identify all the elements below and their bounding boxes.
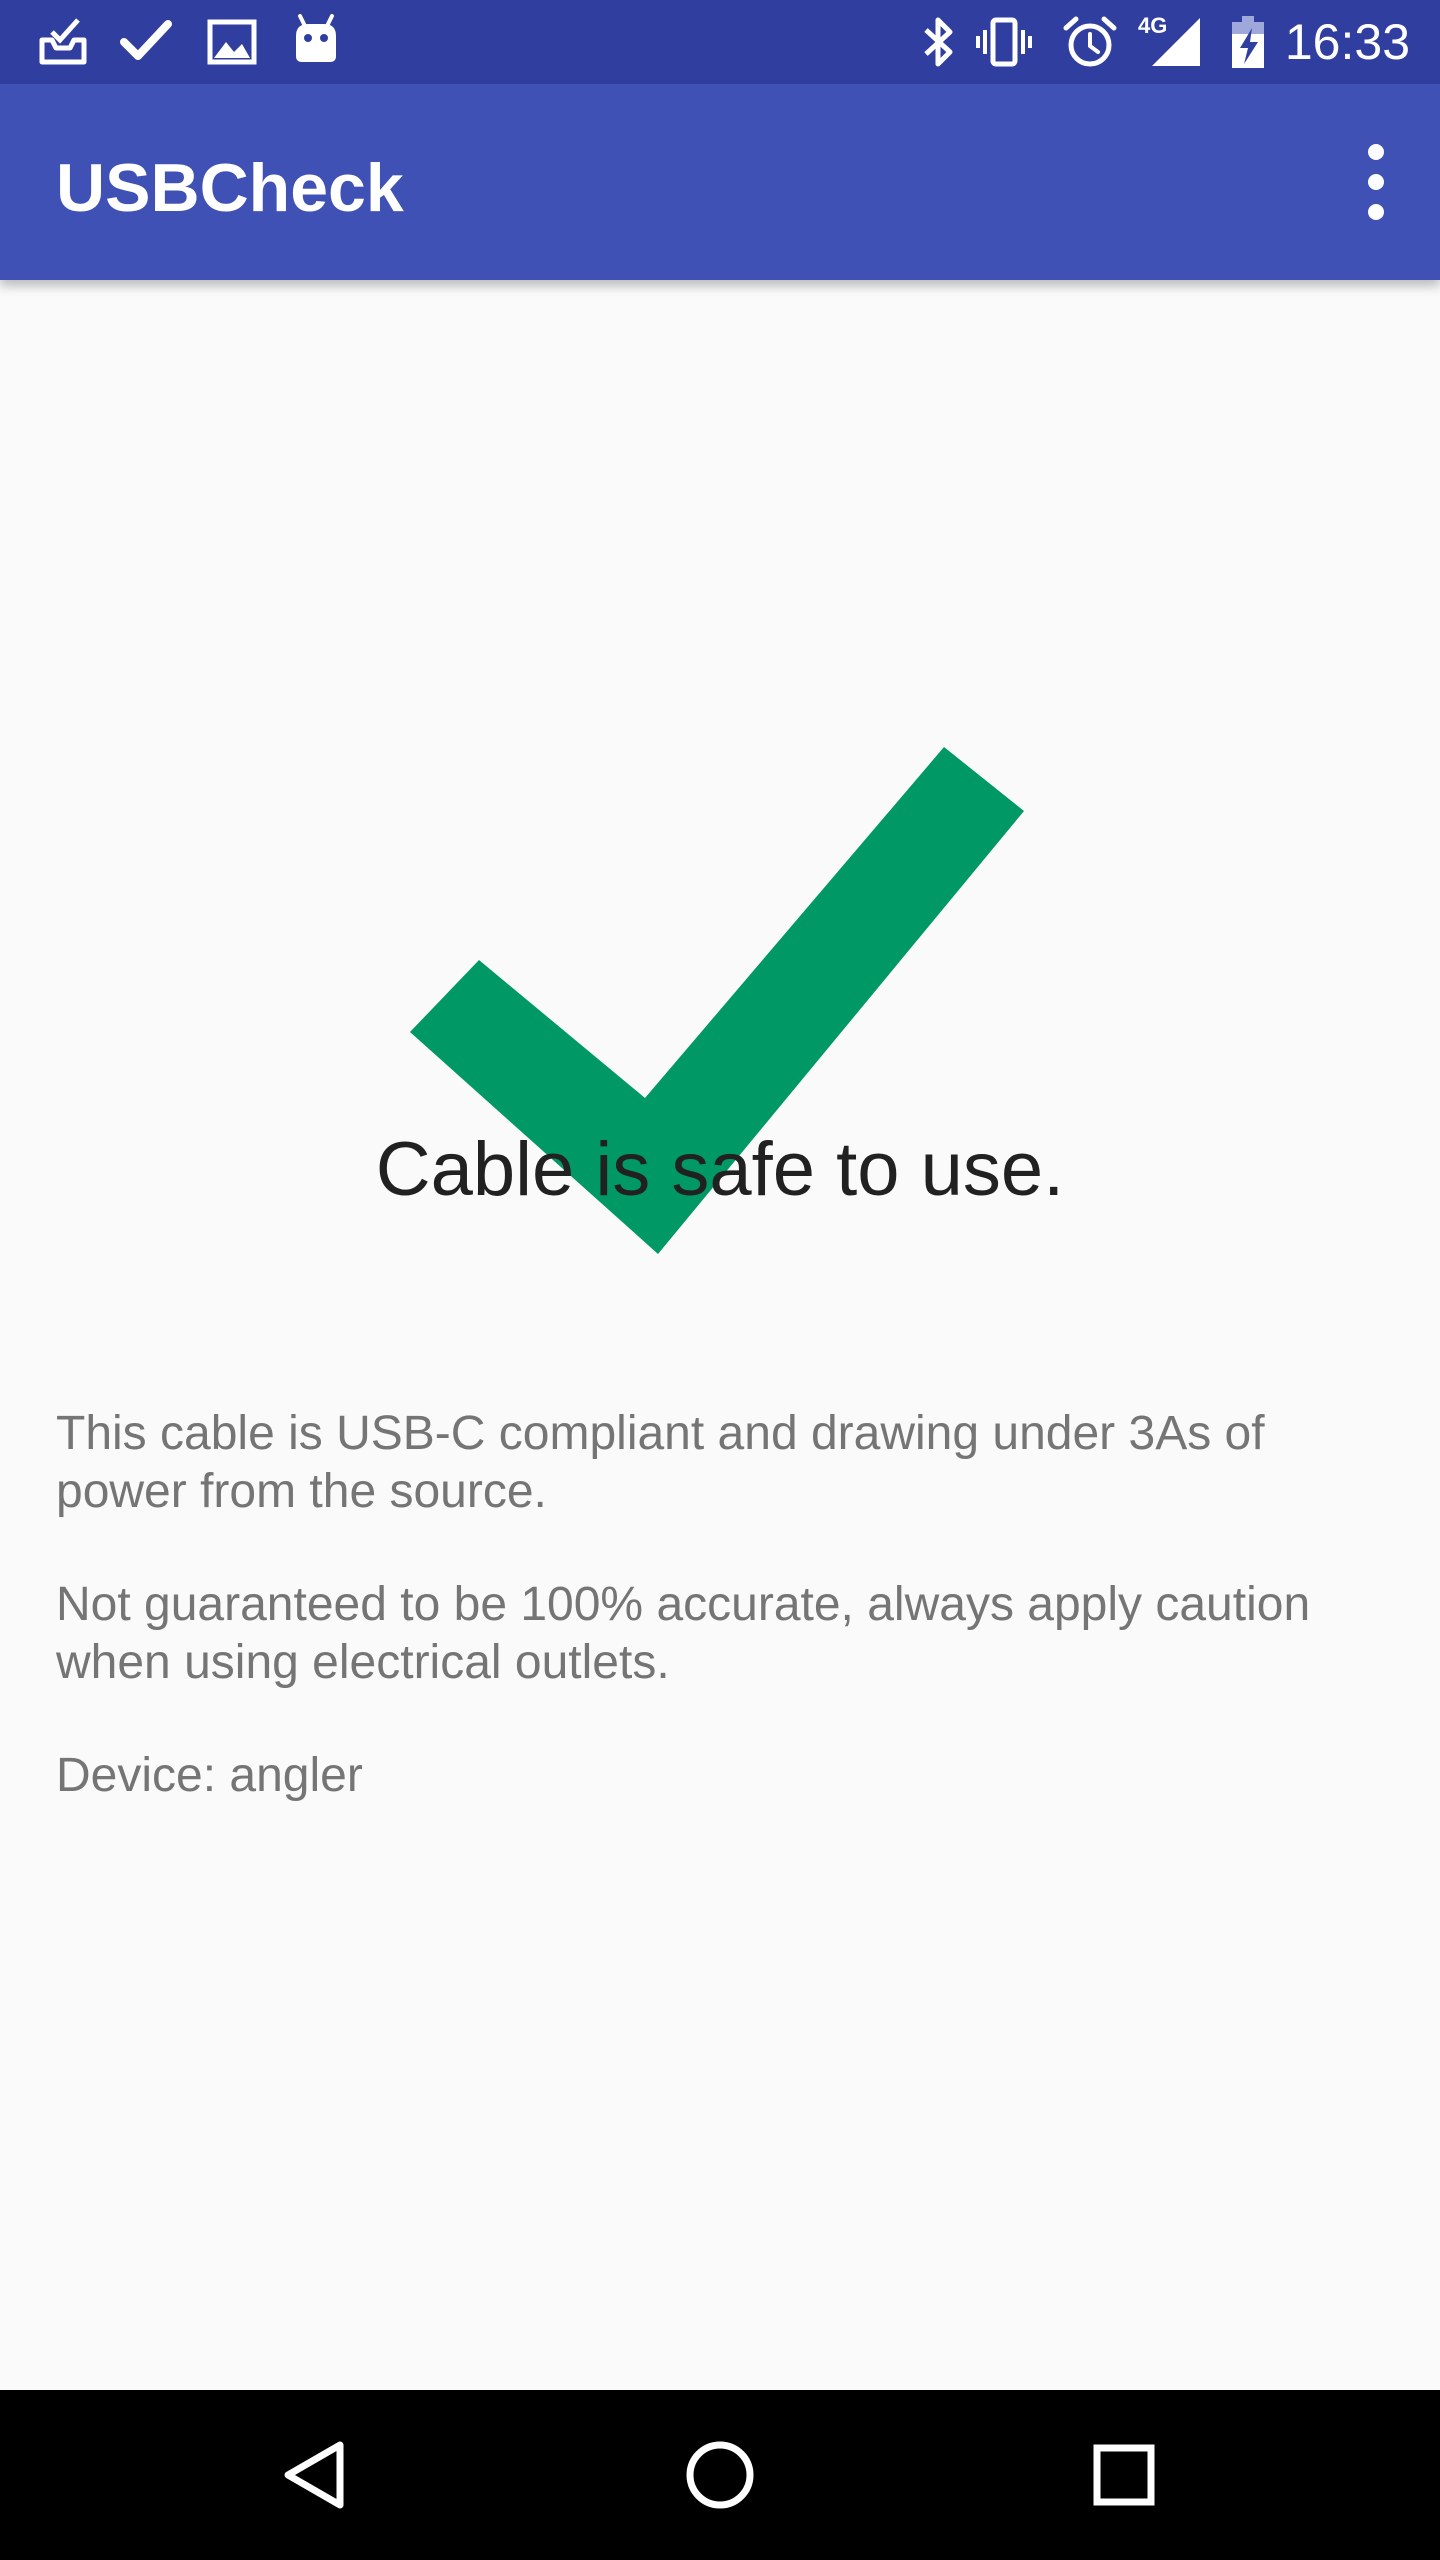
- app-title: USBCheck: [56, 150, 404, 226]
- network-type-label: 4G: [1138, 13, 1168, 38]
- compliance-description: This cable is USB-C compliant and drawin…: [56, 1407, 1265, 1518]
- battery-charging-icon: [1232, 16, 1264, 68]
- signal-4g-icon: 4G: [1134, 14, 1206, 70]
- android-icon: [296, 14, 336, 62]
- result-headline: Cable is safe to use.: [375, 1127, 1065, 1212]
- navigation-bar: [0, 2390, 1440, 2560]
- back-icon[interactable]: [256, 2415, 376, 2535]
- home-icon[interactable]: [660, 2415, 780, 2535]
- status-bar: 4G 16:33: [0, 0, 1440, 84]
- more-vertical-icon[interactable]: [1336, 132, 1416, 232]
- inbox-tray-icon: [39, 18, 87, 65]
- recents-icon[interactable]: [1064, 2415, 1184, 2535]
- bluetooth-icon: [924, 17, 953, 67]
- clock-time: 16:33: [1284, 14, 1410, 70]
- vibrate-icon: [976, 17, 1032, 67]
- device-info: Device: angler: [56, 1749, 363, 1802]
- main-content: Cable is safe to use. This cable is USB-…: [0, 280, 1440, 2390]
- accuracy-disclaimer: Not guaranteed to be 100% accurate, alwa…: [56, 1578, 1311, 1689]
- checkmark-icon: [120, 20, 172, 60]
- image-icon: [207, 19, 257, 65]
- alarm-icon: [1063, 16, 1117, 67]
- app-bar: USBCheck: [0, 84, 1440, 280]
